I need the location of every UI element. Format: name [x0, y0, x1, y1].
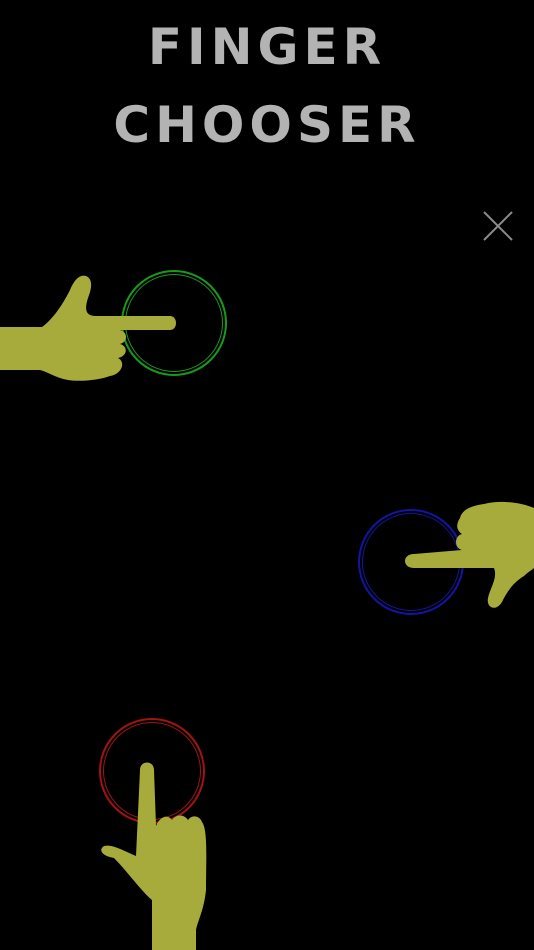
pointing-hand-icon [101, 762, 207, 950]
close-button[interactable] [480, 208, 516, 244]
pointing-hand-icon [0, 275, 176, 381]
app-title: FINGER CHOOSER [0, 8, 534, 164]
finger-chooser-screen[interactable]: FINGER CHOOSER [0, 0, 534, 950]
close-icon [483, 211, 513, 241]
title-line-2: CHOOSER [113, 96, 421, 154]
title-line-1: FINGER [147, 18, 387, 76]
pointing-hand-icon [405, 501, 534, 608]
